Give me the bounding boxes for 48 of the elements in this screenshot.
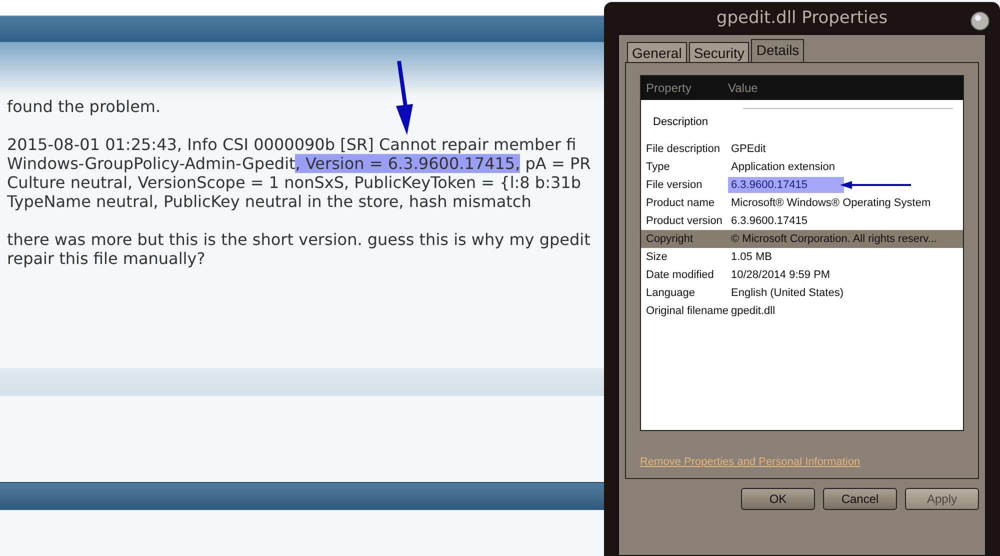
property-value: Application extension <box>730 160 836 175</box>
post-text-line: there was more but this is the short version. guess this is why my gpedit <box>7 230 592 249</box>
property-row[interactable]: Size 1.05 MB <box>641 248 963 266</box>
property-value: gpedit.dll <box>730 304 776 319</box>
window-title: gpedit.dll Properties <box>716 8 888 28</box>
property-name: Type <box>645 161 671 173</box>
property-value: © Microsoft Corporation. All rights reserv... <box>730 232 938 247</box>
annotation-arrow <box>840 180 912 190</box>
property-name: Size <box>645 251 668 263</box>
property-value: English (United States) <box>730 286 844 301</box>
property-row[interactable]: Copyright © Microsoft Corporation. All rights reserv... <box>641 230 963 248</box>
property-name: Product version <box>645 215 724 227</box>
property-name: Language <box>645 287 696 299</box>
property-row[interactable]: Date modified 10/28/2014 9:59 PM <box>641 266 963 284</box>
section-label: Description <box>652 116 710 128</box>
post-text-line: found the problem. <box>7 97 162 116</box>
property-value: 6.3.9600.17415 <box>730 214 808 229</box>
property-row[interactable]: File description GPEdit <box>641 140 963 158</box>
post-text-line: 2015-08-01 01:25:43, Info CSI 0000090b [SR] Cannot repair member fi <box>7 135 578 154</box>
tab[interactable]: General <box>627 42 687 63</box>
property-name: Date modified <box>645 269 715 281</box>
property-name: File description <box>645 143 721 155</box>
property-name: Copyright <box>645 233 694 245</box>
property-value: 10/28/2014 9:59 PM <box>730 268 832 283</box>
column-header[interactable]: Value <box>728 81 758 95</box>
tab[interactable]: Security <box>688 42 750 63</box>
property-value: 6.3.9600.17415 <box>728 177 844 193</box>
post-text-line: Windows-GroupPolicy-Admin-Gpedit, Version = 6.3.9600.17415, pA = PR <box>7 154 592 173</box>
property-name: Product name <box>645 197 716 209</box>
close-icon[interactable] <box>970 11 990 31</box>
post-text-line: repair this file manually? <box>7 249 206 268</box>
property-row[interactable]: Product name Microsoft® Windows® Operating System <box>641 194 963 212</box>
property-name: File version <box>645 179 704 191</box>
property-row[interactable]: Language English (United States) <box>641 284 963 302</box>
dialog-button[interactable]: Cancel <box>823 488 897 510</box>
property-value: Microsoft® Windows® Operating System <box>730 196 932 211</box>
column-header[interactable]: Property <box>641 81 728 95</box>
property-value: GPEdit <box>730 142 767 157</box>
post-text-line: TypeName neutral, PublicKey neutral in the store, hash mismatch <box>7 192 532 211</box>
post-text-line: Culture neutral, VersionScope = 1 nonSxS, PublicKeyToken = {l:8 b:31b <box>7 173 582 192</box>
dialog-button[interactable]: OK <box>741 488 815 510</box>
property-name: Original filename <box>645 305 728 317</box>
tab[interactable]: Details <box>751 39 804 63</box>
property-row[interactable]: Type Application extension <box>641 158 963 176</box>
property-row[interactable]: Product version 6.3.9600.17415 <box>641 212 963 230</box>
property-row[interactable]: Original filename gpedit.dll <box>641 302 963 320</box>
property-value: 1.05 MB <box>730 250 773 265</box>
property-row[interactable]: File version 6.3.9600.17415 <box>641 176 963 194</box>
